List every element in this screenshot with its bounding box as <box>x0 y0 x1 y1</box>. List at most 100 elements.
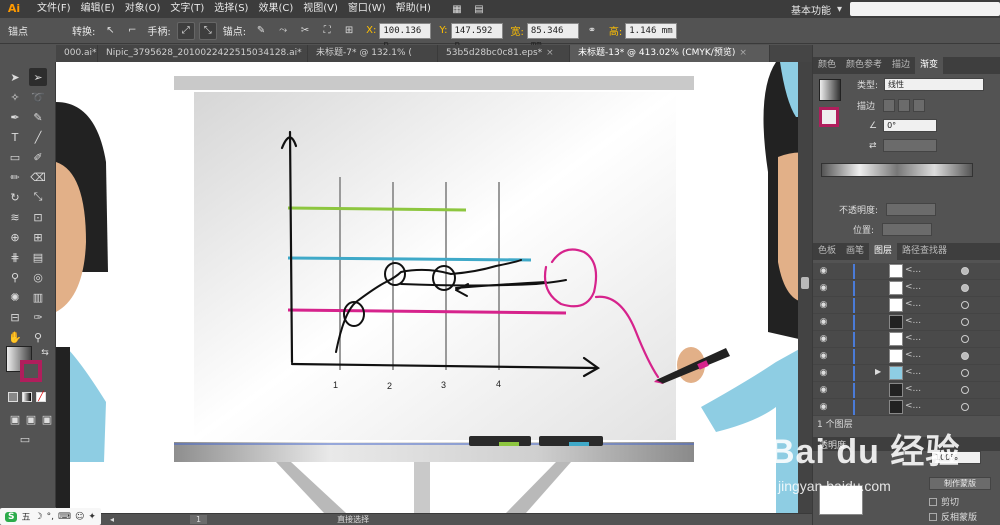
workspace-switcher[interactable]: 基本功能 <box>791 2 831 17</box>
width-field[interactable]: 85.346 mm <box>526 22 579 50</box>
target-icon[interactable] <box>961 318 969 326</box>
aspect-field[interactable] <box>882 139 937 152</box>
show-handles-icon[interactable]: ⤢ <box>176 21 195 40</box>
tab-document-2[interactable]: Nipic_3795628_20100224225150341​28.ai*× <box>98 45 308 62</box>
link-icon[interactable]: ⚭ <box>583 22 601 40</box>
stroke-option-1-icon[interactable] <box>883 99 896 112</box>
tab-pathfinder[interactable]: 路径查找器 <box>897 243 952 260</box>
pen-tool-icon[interactable]: ✒ <box>6 108 24 126</box>
rotate-icon[interactable]: ↻ <box>6 188 24 206</box>
pencil-icon[interactable]: ✏ <box>6 168 24 186</box>
target-icon[interactable] <box>961 284 969 292</box>
eye-icon[interactable]: ◉ <box>817 401 830 413</box>
arrange-documents-icon[interactable]: ▤ <box>470 0 488 18</box>
tab-gradient[interactable]: 渐变 <box>915 57 944 74</box>
eye-icon[interactable]: ◉ <box>817 350 830 362</box>
direct-selection-tool-icon[interactable]: ➢ <box>29 68 47 86</box>
gradient-icon[interactable]: ▤ <box>29 248 47 266</box>
keyboard-icon[interactable]: ⌨ <box>58 512 71 522</box>
ime-mode-label[interactable]: 五 <box>21 510 30 523</box>
blend-icon[interactable]: ◎ <box>29 268 47 286</box>
scale-icon[interactable]: ⤡ <box>29 188 47 206</box>
stroke-option-2-icon[interactable] <box>898 99 911 112</box>
reverse-gradient-icon[interactable]: ⇄ <box>869 141 877 151</box>
position-field[interactable] <box>882 223 933 236</box>
target-icon[interactable] <box>961 386 969 394</box>
slice-icon[interactable]: ✑ <box>29 308 47 326</box>
artboard-icon[interactable]: ⊟ <box>6 308 24 326</box>
tab-document-active[interactable]: 未标题-13* @ 413.02% (CMYK/预览) × <box>570 45 770 62</box>
menu-help[interactable]: 帮助(H) <box>391 0 436 18</box>
free-transform-icon[interactable]: ⊡ <box>29 208 47 226</box>
bridge-icon[interactable]: ▦ <box>448 0 466 18</box>
graph-icon[interactable]: ▥ <box>29 288 47 306</box>
target-icon[interactable] <box>961 352 969 360</box>
zoom-dropdown[interactable]: ◂ <box>110 515 150 524</box>
layer-row[interactable]: ◉ <... <box>813 331 1000 348</box>
type-tool-icon[interactable]: T <box>6 128 24 146</box>
target-icon[interactable] <box>961 267 969 275</box>
scrollbar-thumb[interactable] <box>801 277 809 289</box>
expand-icon[interactable]: ▶ <box>875 367 881 376</box>
tab-layers[interactable]: 图层 <box>869 243 898 260</box>
selection-tool-icon[interactable]: ➤ <box>6 68 24 86</box>
hand-icon[interactable]: ✋ <box>6 328 24 346</box>
remove-anchor-icon[interactable]: ✎ <box>252 22 270 40</box>
eye-icon[interactable]: ◉ <box>817 265 830 277</box>
tab-color[interactable]: 颜色 <box>813 57 841 74</box>
user-icon[interactable]: ☺ <box>75 512 84 522</box>
line-tool-icon[interactable]: ╱ <box>29 128 47 146</box>
menu-object[interactable]: 对象(O) <box>120 0 166 18</box>
tools-icon[interactable]: ✦ <box>88 512 96 522</box>
chevron-down-icon[interactable]: ▾ <box>837 4 842 15</box>
none-mode-icon[interactable]: ╱ <box>36 392 46 402</box>
eye-icon[interactable]: ◉ <box>817 316 830 328</box>
gradient-preview-swatch[interactable] <box>819 79 841 101</box>
menu-window[interactable]: 窗口(W) <box>343 0 391 18</box>
color-mode-icon[interactable] <box>8 392 18 402</box>
eyedropper-icon[interactable]: ⚲ <box>6 268 24 286</box>
target-icon[interactable] <box>961 369 969 377</box>
layer-row[interactable]: ◉ <... <box>813 382 1000 399</box>
invert-mask-checkbox[interactable] <box>929 512 937 521</box>
close-icon[interactable]: × <box>546 48 554 58</box>
tab-swatches[interactable]: 色板 <box>813 243 841 260</box>
menu-edit[interactable]: 编辑(E) <box>76 0 120 18</box>
hide-handles-icon[interactable]: ⤡ <box>198 21 217 40</box>
width-tool-icon[interactable]: ≋ <box>6 208 24 226</box>
search-input[interactable] <box>850 2 1000 16</box>
tab-color-guide[interactable]: 颜色参考 <box>841 57 887 74</box>
paintbrush-icon[interactable]: ✐ <box>29 148 47 166</box>
page-field[interactable]: 1 <box>190 515 208 524</box>
eye-icon[interactable]: ◉ <box>817 333 830 345</box>
lasso-icon[interactable]: ➰ <box>29 88 47 106</box>
swap-fill-stroke-icon[interactable]: ⇆ <box>36 344 54 362</box>
eye-icon[interactable]: ◉ <box>817 367 830 379</box>
vertical-scrollbar[interactable] <box>798 62 812 513</box>
screen-mode-icon[interactable]: ▭ <box>16 430 34 448</box>
target-icon[interactable] <box>961 335 969 343</box>
punctuation-icon[interactable]: °, <box>47 512 54 522</box>
connect-anchors-icon[interactable]: ⤳ <box>274 22 292 40</box>
menu-select[interactable]: 选择(S) <box>209 0 253 18</box>
layer-row[interactable]: ◉ <... <box>813 399 1000 416</box>
opacity-field[interactable] <box>886 203 937 216</box>
stroke-swatch-icon[interactable] <box>20 360 42 382</box>
curvature-icon[interactable]: ✎ <box>29 108 47 126</box>
moon-icon[interactable]: ☽ <box>35 512 43 522</box>
target-icon[interactable] <box>961 403 969 411</box>
tab-document-4[interactable]: 53b5d28bc0c81.eps* × <box>438 45 570 62</box>
symbol-sprayer-icon[interactable]: ✺ <box>6 288 24 306</box>
layer-row[interactable]: ◉ ▶ <... <box>813 365 1000 382</box>
layer-row[interactable]: ◉ <... <box>813 348 1000 365</box>
eye-icon[interactable]: ◉ <box>817 384 830 396</box>
menu-file[interactable]: 文件(F) <box>32 0 76 18</box>
perspective-icon[interactable]: ⊞ <box>29 228 47 246</box>
artboard-canvas[interactable]: 1 2 3 4 <box>56 62 812 513</box>
layer-row[interactable]: ◉ <... <box>813 314 1000 331</box>
gradient-type-select[interactable]: 线性 <box>884 78 985 91</box>
magic-wand-icon[interactable]: ✧ <box>6 88 24 106</box>
tab-document-1[interactable]: 000.ai* <box>56 45 98 62</box>
layer-row[interactable]: ◉ <... <box>813 263 1000 280</box>
eraser-icon[interactable]: ⌫ <box>29 168 47 186</box>
